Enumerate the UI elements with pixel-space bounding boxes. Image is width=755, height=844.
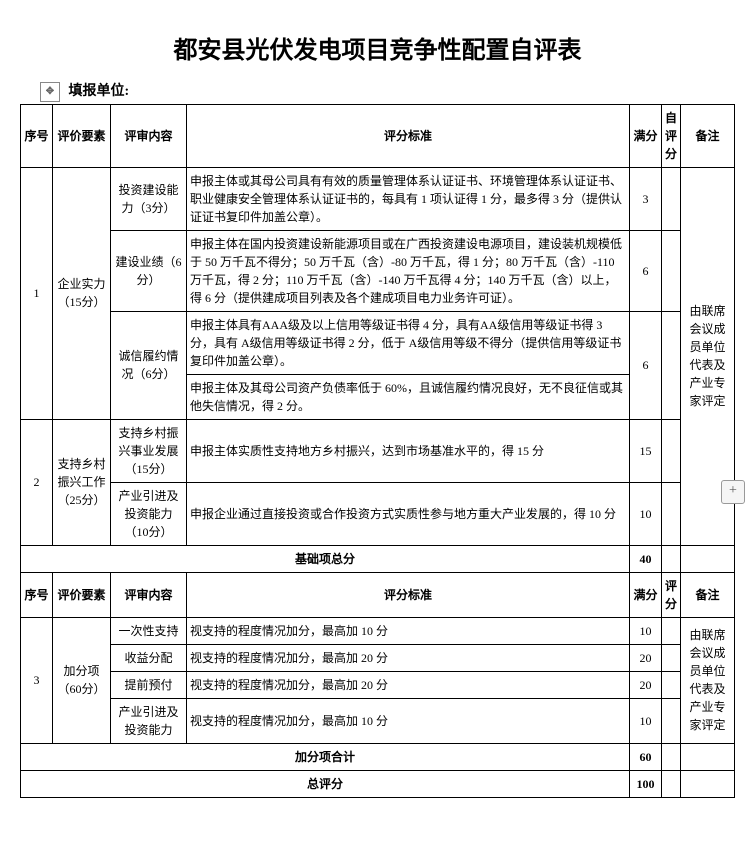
table-row: 提前预付 视支持的程度情况加分，最高加 20 分 20 bbox=[21, 671, 735, 698]
max-cell: 20 bbox=[629, 644, 661, 671]
table-row: 诚信履约情况（6分） 申报主体具有AAA级及以上信用等级证书得 4 分，具有AA… bbox=[21, 311, 735, 374]
criteria-cell: 申报主体或其母公司具有有效的质量管理体系认证证书、环境管理体系认证证书、职业健康… bbox=[187, 167, 630, 230]
table-row: 收益分配 视支持的程度情况加分，最高加 20 分 20 bbox=[21, 644, 735, 671]
content-cell: 建设业绩（6分） bbox=[111, 230, 187, 311]
seq-cell: 2 bbox=[21, 419, 53, 545]
max-cell: 6 bbox=[629, 311, 661, 419]
self-cell[interactable] bbox=[661, 311, 680, 419]
move-icon[interactable]: ✥ bbox=[40, 82, 60, 102]
content-cell: 产业引进及投资能力（10分） bbox=[111, 482, 187, 545]
note-cell bbox=[681, 743, 735, 770]
max-cell: 10 bbox=[629, 482, 661, 545]
criteria-cell: 视支持的程度情况加分，最高加 20 分 bbox=[187, 644, 630, 671]
max-cell: 6 bbox=[629, 230, 661, 311]
self-cell[interactable] bbox=[661, 419, 680, 482]
header-content: 评审内容 bbox=[111, 572, 187, 617]
table-row: 建设业绩（6分） 申报主体在国内投资建设新能源项目或在广西投资建设电源项目，建设… bbox=[21, 230, 735, 311]
header-selfscore: 自评分 bbox=[661, 104, 680, 167]
table-row: 3 加分项（60分） 一次性支持 视支持的程度情况加分，最高加 10 分 10 … bbox=[21, 617, 735, 644]
note-cell bbox=[681, 770, 735, 797]
self-cell[interactable] bbox=[661, 482, 680, 545]
subtotal-row: 加分项合计 60 bbox=[21, 743, 735, 770]
table-row: 1 企业实力（15分） 投资建设能力（3分） 申报主体或其母公司具有有效的质量管… bbox=[21, 167, 735, 230]
self-cell[interactable] bbox=[661, 743, 680, 770]
reporting-unit-label: 填报单位: bbox=[69, 84, 130, 99]
header-criteria: 评分标准 bbox=[187, 572, 630, 617]
criteria-cell: 视支持的程度情况加分，最高加 20 分 bbox=[187, 671, 630, 698]
subtotal-value: 60 bbox=[629, 743, 661, 770]
max-cell: 20 bbox=[629, 671, 661, 698]
plus-icon: + bbox=[729, 483, 737, 498]
table-row: 产业引进及投资能力（10分） 申报企业通过直接投资或合作投资方式实质性参与地方重… bbox=[21, 482, 735, 545]
seq-cell: 1 bbox=[21, 167, 53, 419]
criteria-cell: 视支持的程度情况加分，最高加 10 分 bbox=[187, 617, 630, 644]
self-cell[interactable] bbox=[661, 644, 680, 671]
criteria-cell: 申报主体实质性支持地方乡村振兴，达到市场基准水平的，得 15 分 bbox=[187, 419, 630, 482]
content-cell: 诚信履约情况（6分） bbox=[111, 311, 187, 419]
self-cell[interactable] bbox=[661, 617, 680, 644]
factor-cell: 支持乡村振兴工作（25分） bbox=[53, 419, 111, 545]
table-header: 序号 评价要素 评审内容 评分标准 满分 评分 备注 bbox=[21, 572, 735, 617]
subtotal-label: 加分项合计 bbox=[21, 743, 630, 770]
header-content: 评审内容 bbox=[111, 104, 187, 167]
subtotal-label: 基础项总分 bbox=[21, 545, 630, 572]
page-title: 都安县光伏发电项目竞争性配置自评表 bbox=[20, 30, 735, 65]
content-cell: 一次性支持 bbox=[111, 617, 187, 644]
self-cell[interactable] bbox=[661, 671, 680, 698]
table-row: 2 支持乡村振兴工作（25分） 支持乡村振兴事业发展（15分） 申报主体实质性支… bbox=[21, 419, 735, 482]
criteria-cell: 视支持的程度情况加分，最高加 10 分 bbox=[187, 698, 630, 743]
header-note: 备注 bbox=[681, 572, 735, 617]
header-selfscore: 评分 bbox=[661, 572, 680, 617]
content-cell: 收益分配 bbox=[111, 644, 187, 671]
note-cell: 由联席会议成员单位代表及产业专家评定 bbox=[681, 617, 735, 743]
criteria-cell: 申报企业通过直接投资或合作投资方式实质性参与地方重大产业发展的，得 10 分 bbox=[187, 482, 630, 545]
content-cell: 投资建设能力（3分） bbox=[111, 167, 187, 230]
max-cell: 10 bbox=[629, 698, 661, 743]
factor-cell: 企业实力（15分） bbox=[53, 167, 111, 419]
criteria-cell: 申报主体具有AAA级及以上信用等级证书得 4 分，具有AA级信用等级证书得 3 … bbox=[187, 311, 630, 374]
total-label: 总评分 bbox=[21, 770, 630, 797]
table-row: 产业引进及投资能力 视支持的程度情况加分，最高加 10 分 10 bbox=[21, 698, 735, 743]
note-cell bbox=[681, 545, 735, 572]
subtotal-value: 40 bbox=[629, 545, 661, 572]
seq-cell: 3 bbox=[21, 617, 53, 743]
total-row: 总评分 100 bbox=[21, 770, 735, 797]
max-cell: 10 bbox=[629, 617, 661, 644]
content-cell: 提前预付 bbox=[111, 671, 187, 698]
header-seq: 序号 bbox=[21, 572, 53, 617]
max-cell: 15 bbox=[629, 419, 661, 482]
self-cell[interactable] bbox=[661, 167, 680, 230]
evaluation-table: 序号 评价要素 评审内容 评分标准 满分 自评分 备注 1 企业实力（15分） … bbox=[20, 104, 735, 798]
self-cell[interactable] bbox=[661, 545, 680, 572]
content-cell: 支持乡村振兴事业发展（15分） bbox=[111, 419, 187, 482]
total-value: 100 bbox=[629, 770, 661, 797]
criteria-cell: 申报主体及其母公司资产负债率低于 60%，且诚信履约情况良好，无不良征信或其他失… bbox=[187, 374, 630, 419]
header-maxscore: 满分 bbox=[629, 104, 661, 167]
reporting-unit-row: ✥ 填报单位: bbox=[20, 80, 735, 102]
table-header: 序号 评价要素 评审内容 评分标准 满分 自评分 备注 bbox=[21, 104, 735, 167]
add-button[interactable]: + bbox=[721, 480, 745, 504]
max-cell: 3 bbox=[629, 167, 661, 230]
header-criteria: 评分标准 bbox=[187, 104, 630, 167]
factor-cell: 加分项（60分） bbox=[53, 617, 111, 743]
self-cell[interactable] bbox=[661, 698, 680, 743]
content-cell: 产业引进及投资能力 bbox=[111, 698, 187, 743]
subtotal-row: 基础项总分 40 bbox=[21, 545, 735, 572]
header-note: 备注 bbox=[681, 104, 735, 167]
self-cell[interactable] bbox=[661, 770, 680, 797]
header-maxscore: 满分 bbox=[629, 572, 661, 617]
criteria-cell: 申报主体在国内投资建设新能源项目或在广西投资建设电源项目，建设装机规模低于 50… bbox=[187, 230, 630, 311]
self-cell[interactable] bbox=[661, 230, 680, 311]
header-seq: 序号 bbox=[21, 104, 53, 167]
header-factor: 评价要素 bbox=[53, 104, 111, 167]
header-factor: 评价要素 bbox=[53, 572, 111, 617]
